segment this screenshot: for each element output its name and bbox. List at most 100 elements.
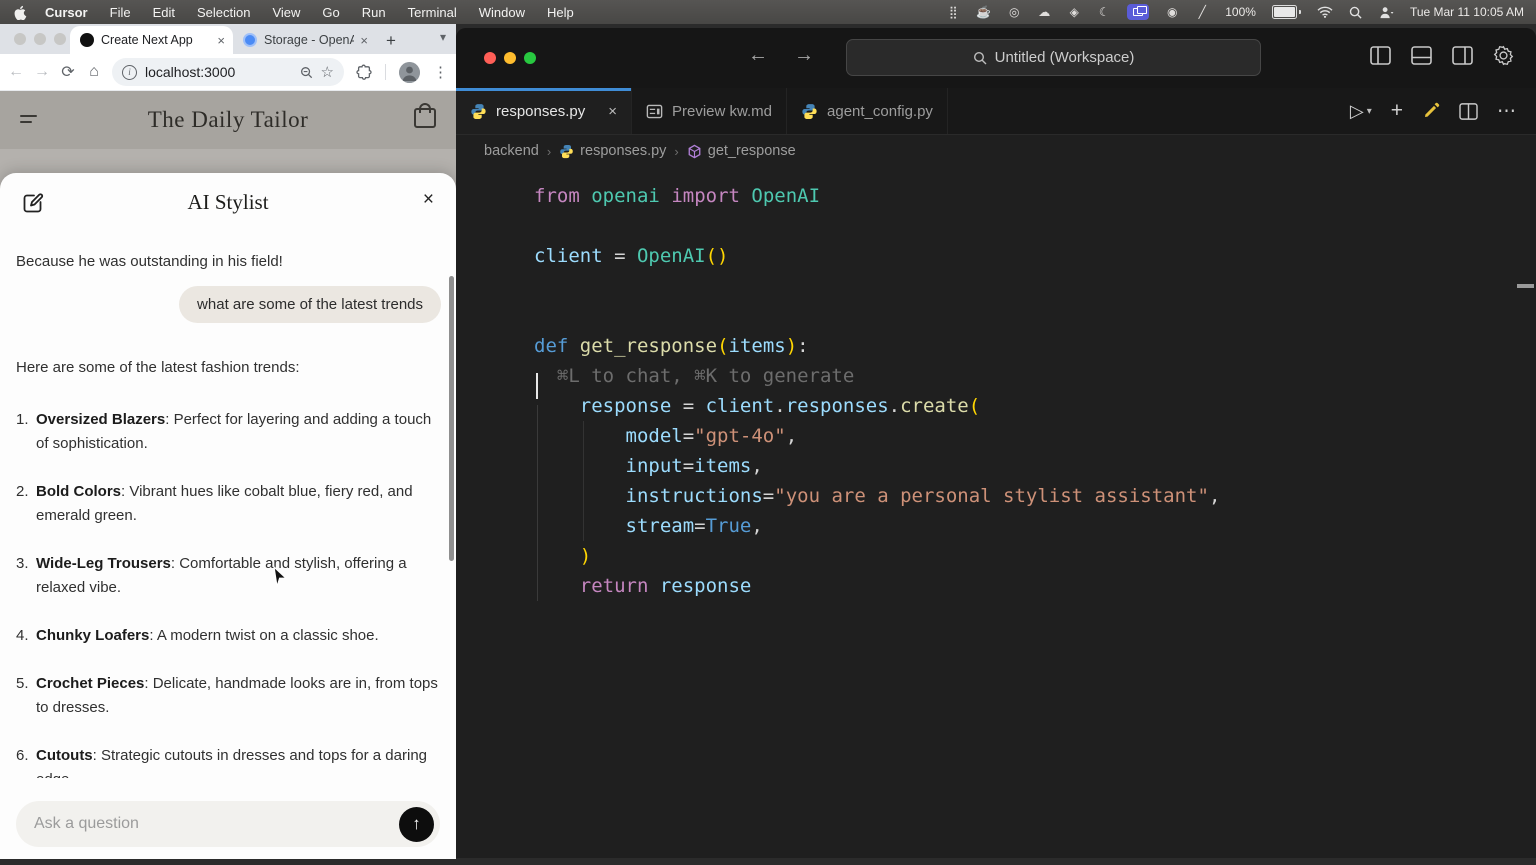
- apple-menu-icon[interactable]: [14, 5, 27, 20]
- menu-items: Cursor File Edit Selection View Go Run Terminal…: [45, 5, 596, 20]
- ai-stylist-panel: AI Stylist × Because he was outstanding …: [0, 173, 456, 859]
- ask-question-input[interactable]: Ask a question ↑: [16, 801, 440, 847]
- menu-help[interactable]: Help: [547, 5, 574, 20]
- close-tab-icon[interactable]: ×: [608, 103, 617, 120]
- tab-overflow-chevron-icon[interactable]: ▾: [440, 30, 446, 44]
- menu-selection[interactable]: Selection: [197, 5, 250, 20]
- menu-file[interactable]: File: [110, 5, 131, 20]
- run-button[interactable]: ▷ ▾: [1350, 101, 1372, 122]
- new-file-icon[interactable]: +: [1391, 99, 1403, 123]
- workspace-search-box[interactable]: Untitled (Workspace): [846, 39, 1261, 76]
- browser-address-bar: ← → ⟳ ⌂ i localhost:3000 ☆ ⋮: [0, 54, 456, 91]
- close-panel-icon[interactable]: ×: [423, 189, 434, 211]
- hamburger-menu-icon[interactable]: [20, 115, 37, 127]
- grid-icon[interactable]: ⣿: [946, 5, 960, 19]
- assistant-message: Here are some of the latest fashion tren…: [16, 359, 440, 376]
- browser-tab-label: Create Next App: [101, 33, 211, 47]
- menu-bar-clock[interactable]: Tue Mar 11 10:05 AM: [1410, 5, 1524, 19]
- menu-view[interactable]: View: [272, 5, 300, 20]
- code-line: from openai import OpenAI: [534, 181, 1536, 211]
- play-icon: ▷: [1350, 101, 1364, 122]
- tab-agent-config-py[interactable]: agent_config.py: [787, 88, 948, 134]
- record-icon[interactable]: ◉: [1165, 5, 1179, 19]
- workspace-label: Untitled (Workspace): [995, 49, 1135, 66]
- split-editor-icon[interactable]: [1459, 103, 1478, 120]
- editor-window-controls[interactable]: [484, 52, 536, 64]
- text-cursor: [536, 373, 538, 399]
- site-header: The Daily Tailor: [0, 91, 456, 149]
- cloud-icon[interactable]: ☁: [1037, 5, 1051, 19]
- shopping-bag-icon[interactable]: [414, 108, 436, 128]
- mouse-cursor: [272, 566, 289, 588]
- code-line: response = client.responses.create(: [534, 391, 1536, 421]
- settings-gear-icon[interactable]: [1493, 45, 1514, 66]
- tab-responses-py[interactable]: responses.py ×: [456, 88, 632, 134]
- screen: Cursor File Edit Selection View Go Run Terminal…: [0, 0, 1536, 865]
- menu-edit[interactable]: Edit: [153, 5, 175, 20]
- indent-guide: [537, 405, 538, 601]
- browser-tab-strip: Create Next App × Storage - OpenAI A × +…: [0, 24, 456, 54]
- diamond-icon[interactable]: ◈: [1067, 5, 1081, 19]
- bookmark-star-icon[interactable]: ☆: [321, 63, 334, 81]
- wifi-icon[interactable]: [1317, 6, 1333, 18]
- close-tab-icon[interactable]: ×: [217, 33, 225, 48]
- new-tab-button[interactable]: +: [386, 31, 396, 54]
- chevron-down-icon: ▾: [1367, 106, 1372, 117]
- fast-user-switch-icon[interactable]: [1379, 6, 1394, 19]
- url-text[interactable]: localhost:3000: [145, 64, 292, 80]
- breadcrumb-folder[interactable]: backend: [484, 143, 539, 159]
- code-editor[interactable]: from openai import OpenAI client = OpenA…: [456, 167, 1536, 601]
- toggle-secondary-sidebar-icon[interactable]: [1452, 46, 1473, 65]
- web-page: The Daily Tailor AI Stylist × Because he…: [0, 91, 456, 859]
- address-bar-actions: ⋮: [356, 62, 448, 83]
- back-icon[interactable]: ←: [8, 63, 24, 81]
- menu-bar-status: ⣿ ☕ ◎ ☁ ◈ ☾ ◉ ╱ 100% Tue Mar 11 10:05 AM: [946, 4, 1536, 20]
- coffee-cup-icon[interactable]: ☕: [976, 5, 991, 19]
- profile-avatar[interactable]: [399, 62, 420, 83]
- site-info-icon[interactable]: i: [122, 65, 137, 80]
- battery-icon: [1272, 5, 1301, 19]
- menu-go[interactable]: Go: [322, 5, 339, 20]
- reload-icon[interactable]: ⟳: [60, 62, 76, 82]
- moon-focus-icon[interactable]: ☾: [1097, 5, 1111, 19]
- code-line: def get_response(items):: [534, 331, 1536, 361]
- breadcrumb-file[interactable]: responses.py: [559, 143, 666, 159]
- extensions-icon[interactable]: [356, 64, 372, 80]
- spotlight-search-icon[interactable]: [1349, 6, 1363, 19]
- menu-terminal[interactable]: Terminal: [408, 5, 457, 20]
- chat-scroll-area[interactable]: Because he was outstanding in his field!…: [0, 233, 456, 778]
- pencil-slash-icon[interactable]: ╱: [1195, 5, 1209, 19]
- zoom-icon[interactable]: [300, 66, 313, 79]
- url-field[interactable]: i localhost:3000 ☆: [112, 58, 344, 86]
- chevron-right-icon: ›: [547, 144, 551, 159]
- send-button[interactable]: ↑: [399, 807, 434, 842]
- tab-preview-kw-md[interactable]: Preview kw.md: [632, 88, 787, 134]
- history-forward-icon[interactable]: →: [794, 44, 814, 67]
- code-line: client = OpenAI(): [534, 241, 1536, 271]
- menu-window[interactable]: Window: [479, 5, 525, 20]
- home-icon[interactable]: ⌂: [86, 63, 102, 81]
- browser-menu-icon[interactable]: ⋮: [433, 63, 448, 81]
- circle-app-icon[interactable]: ◎: [1007, 5, 1021, 19]
- close-tab-icon[interactable]: ×: [360, 33, 368, 48]
- code-line: ⌘L to chat, ⌘K to generate: [534, 361, 1536, 391]
- nextjs-favicon: [80, 33, 94, 47]
- highlighter-icon[interactable]: [1422, 102, 1440, 120]
- browser-tab-storage-openai[interactable]: Storage - OpenAI A ×: [233, 26, 376, 54]
- divider: [385, 64, 386, 80]
- menu-run[interactable]: Run: [362, 5, 386, 20]
- chat-scrollbar[interactable]: [449, 276, 454, 561]
- toggle-panel-icon[interactable]: [1411, 46, 1432, 65]
- trend-list-item: 6.Cutouts: Strategic cutouts in dresses …: [16, 744, 441, 778]
- history-back-icon[interactable]: ←: [748, 44, 768, 67]
- browser-window-controls[interactable]: [14, 33, 66, 45]
- more-actions-icon[interactable]: ⋯: [1497, 100, 1516, 123]
- menu-cursor[interactable]: Cursor: [45, 5, 88, 20]
- forward-icon[interactable]: →: [34, 63, 50, 81]
- breadcrumb-symbol[interactable]: get_response: [687, 143, 796, 159]
- site-title: The Daily Tailor: [148, 107, 309, 133]
- editor-window: ← → Untitled (Workspace) responses.py ×: [456, 28, 1536, 858]
- browser-tab-create-next-app[interactable]: Create Next App ×: [70, 26, 233, 54]
- screen-mirroring-icon[interactable]: [1127, 4, 1149, 20]
- toggle-sidebar-icon[interactable]: [1370, 46, 1391, 65]
